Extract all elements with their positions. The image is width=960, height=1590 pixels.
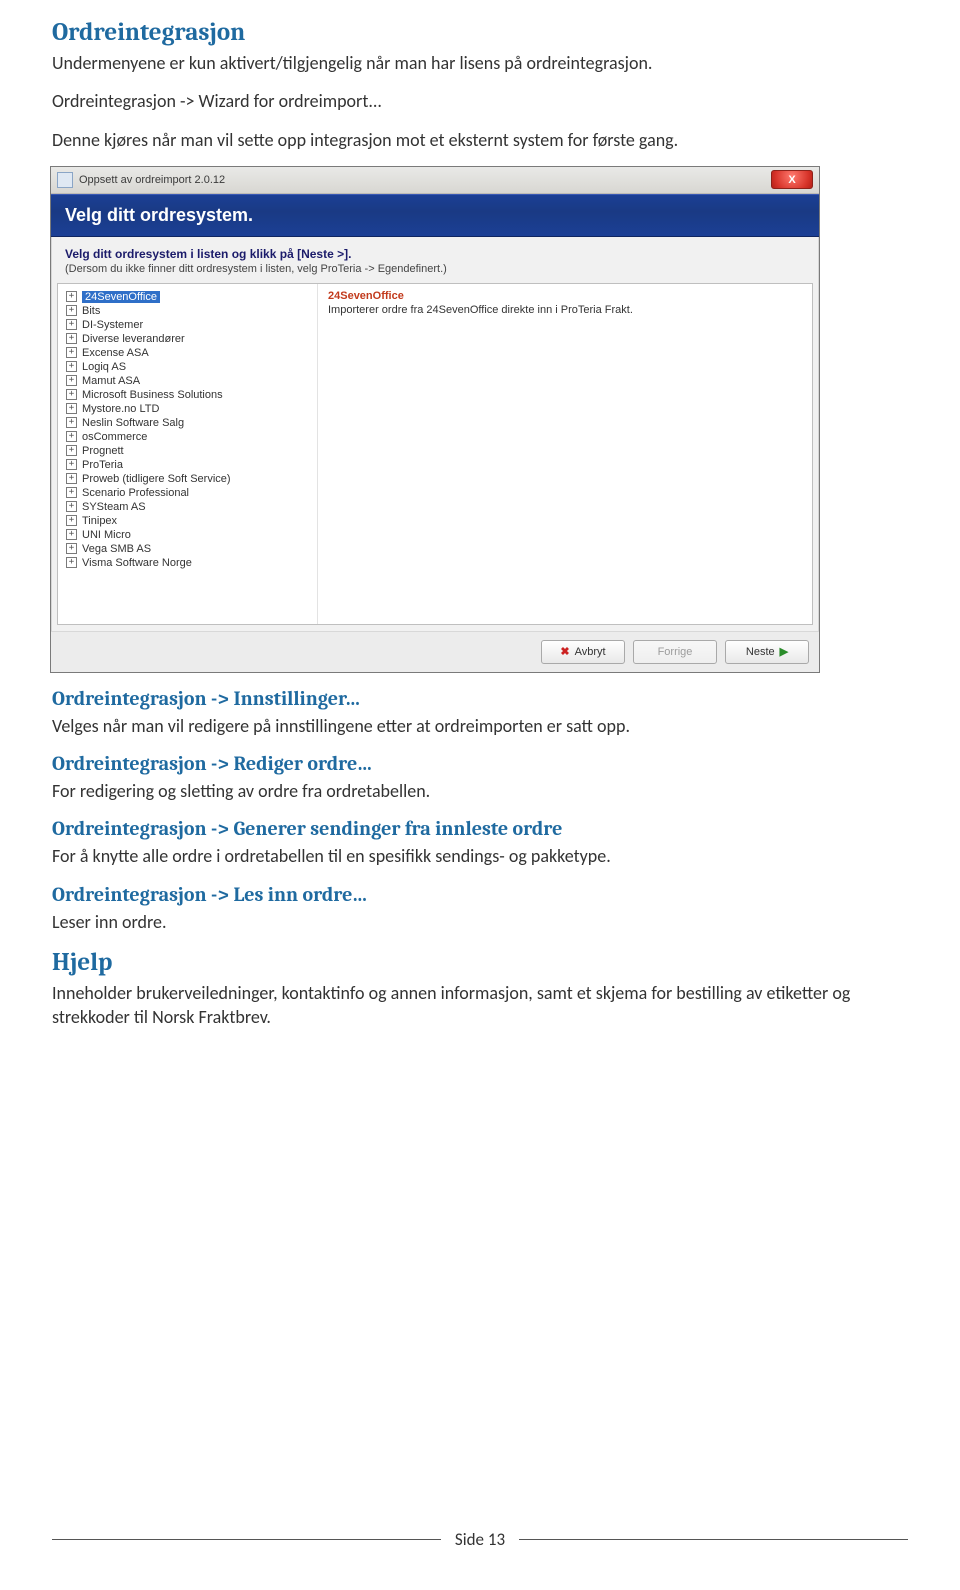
expand-icon[interactable]: + [66,361,77,372]
expand-icon[interactable]: + [66,347,77,358]
expand-icon[interactable]: + [66,557,77,568]
back-button-label: Forrige [658,646,693,658]
wizard-banner: Velg ditt ordresystem. [51,194,819,237]
paragraph: Velges når man vil redigere på innstilli… [52,714,908,738]
tree-item[interactable]: + DI-Systemer [66,318,309,332]
wizard-note: (Dersom du ikke finner ditt ordresystem … [51,261,819,283]
expand-icon[interactable]: + [66,403,77,414]
tree-item[interactable]: + UNI Micro [66,528,309,542]
selected-system-name: 24SevenOffice [328,290,802,302]
paragraph: For å knytte alle ordre i ordretabellen … [52,844,908,868]
tree-item[interactable]: + Mamut ASA [66,374,309,388]
next-arrow-icon: ▶ [780,645,788,658]
tree-item[interactable]: + Excense ASA [66,346,309,360]
tree-item[interactable]: +24SevenOffice [66,290,309,304]
page-number: Side 13 [455,1529,505,1550]
tree-item-label: Proweb (tidligere Soft Service) [82,473,231,485]
tree-item[interactable]: + Prognett [66,444,309,458]
expand-icon[interactable]: + [66,501,77,512]
footer-rule-left [52,1539,441,1540]
tree-item-label: Mystore.no LTD [82,403,159,415]
tree-item[interactable]: + Microsoft Business Solutions [66,388,309,402]
heading-rediger-ordre: Ordreintegrasjon -> Rediger ordre… [52,752,908,775]
tree-item[interactable]: + Proweb (tidligere Soft Service) [66,472,309,486]
heading-les-inn-ordre: Ordreintegrasjon -> Les inn ordre… [52,883,908,906]
paragraph: Undermenyene er kun aktivert/tilgjengeli… [52,51,908,75]
tree-item-label: Vega SMB AS [82,543,151,555]
tree-item-label: Logiq AS [82,361,126,373]
expand-icon[interactable]: + [66,389,77,400]
tree-item-label: osCommerce [82,431,147,443]
system-details-pane: 24SevenOffice Importerer ordre fra 24Sev… [318,284,812,624]
expand-icon[interactable]: + [66,473,77,484]
heading-hjelp: Hjelp [52,948,908,977]
tree-item[interactable]: + Bits [66,304,309,318]
expand-icon[interactable]: + [66,445,77,456]
tree-item[interactable]: + Scenario Professional [66,486,309,500]
cancel-button-label: Avbryt [575,646,606,658]
close-icon[interactable]: X [771,170,813,189]
expand-icon[interactable]: + [66,305,77,316]
wizard-titlebar[interactable]: Oppsett av ordreimport 2.0.12 X [51,167,819,194]
tree-item-label: Mamut ASA [82,375,140,387]
tree-item-label: DI-Systemer [82,319,143,331]
expand-icon[interactable]: + [66,431,77,442]
cancel-button[interactable]: ✖ Avbryt [541,640,625,664]
expand-icon[interactable]: + [66,515,77,526]
expand-icon[interactable]: + [66,487,77,498]
tree-item[interactable]: + SYSteam AS [66,500,309,514]
paragraph: Denne kjøres når man vil sette opp integ… [52,128,908,152]
wizard-subheading: Velg ditt ordresystem i listen og klikk … [51,237,819,261]
tree-item[interactable]: + Vega SMB AS [66,542,309,556]
next-button[interactable]: Neste ▶ [725,640,809,664]
tree-item[interactable]: + osCommerce [66,430,309,444]
heading-ordreintegrasjon: Ordreintegrasjon [52,18,908,47]
tree-item-label: Microsoft Business Solutions [82,389,223,401]
tree-item[interactable]: + Mystore.no LTD [66,402,309,416]
paragraph: For redigering og sletting av ordre fra … [52,779,908,803]
tree-item-label: UNI Micro [82,529,131,541]
back-button[interactable]: Forrige [633,640,717,664]
system-tree[interactable]: +24SevenOffice+Bits+DI-Systemer+Diverse … [58,284,318,624]
paragraph: Leser inn ordre. [52,910,908,934]
tree-item[interactable]: + Neslin Software Salg [66,416,309,430]
heading-innstillinger: Ordreintegrasjon -> Innstillinger… [52,687,908,710]
paragraph: Ordreintegrasjon -> Wizard for ordreimpo… [52,89,908,113]
tree-item[interactable]: + Logiq AS [66,360,309,374]
tree-item-label: Scenario Professional [82,487,189,499]
footer-rule-right [519,1539,908,1540]
tree-item-label: Tinipex [82,515,117,527]
expand-icon[interactable]: + [66,319,77,330]
expand-icon[interactable]: + [66,459,77,470]
tree-item-label: Prognett [82,445,124,457]
tree-item-label: SYSteam AS [82,501,146,513]
tree-item-label: ProTeria [82,459,123,471]
paragraph: Inneholder brukerveiledninger, kontaktin… [52,981,908,1030]
expand-icon[interactable]: + [66,417,77,428]
expand-icon[interactable]: + [66,333,77,344]
tree-item[interactable]: + Tinipex [66,514,309,528]
tree-item-label: Excense ASA [82,347,149,359]
expand-icon[interactable]: + [66,543,77,554]
tree-item-label: 24SevenOffice [82,291,160,303]
tree-item[interactable]: + Visma Software Norge [66,556,309,570]
app-icon [57,172,73,188]
tree-item[interactable]: + Diverse leverandører [66,332,309,346]
page-footer: Side 13 [52,1529,908,1550]
expand-icon[interactable]: + [66,529,77,540]
cancel-icon: ✖ [560,645,569,658]
selected-system-description: Importerer ordre fra 24SevenOffice direk… [328,304,802,316]
expand-icon[interactable]: + [66,375,77,386]
tree-item-label: Bits [82,305,100,317]
wizard-window: Oppsett av ordreimport 2.0.12 X Velg dit… [50,166,820,673]
tree-item-label: Neslin Software Salg [82,417,184,429]
tree-item-label: Diverse leverandører [82,333,185,345]
next-button-label: Neste [746,646,775,658]
window-title: Oppsett av ordreimport 2.0.12 [79,174,225,186]
wizard-footer: ✖ Avbryt Forrige Neste ▶ [51,631,819,672]
tree-item-label: Visma Software Norge [82,557,192,569]
expand-icon[interactable]: + [66,291,77,302]
heading-generer-sendinger: Ordreintegrasjon -> Generer sendinger fr… [52,817,908,840]
tree-item[interactable]: + ProTeria [66,458,309,472]
